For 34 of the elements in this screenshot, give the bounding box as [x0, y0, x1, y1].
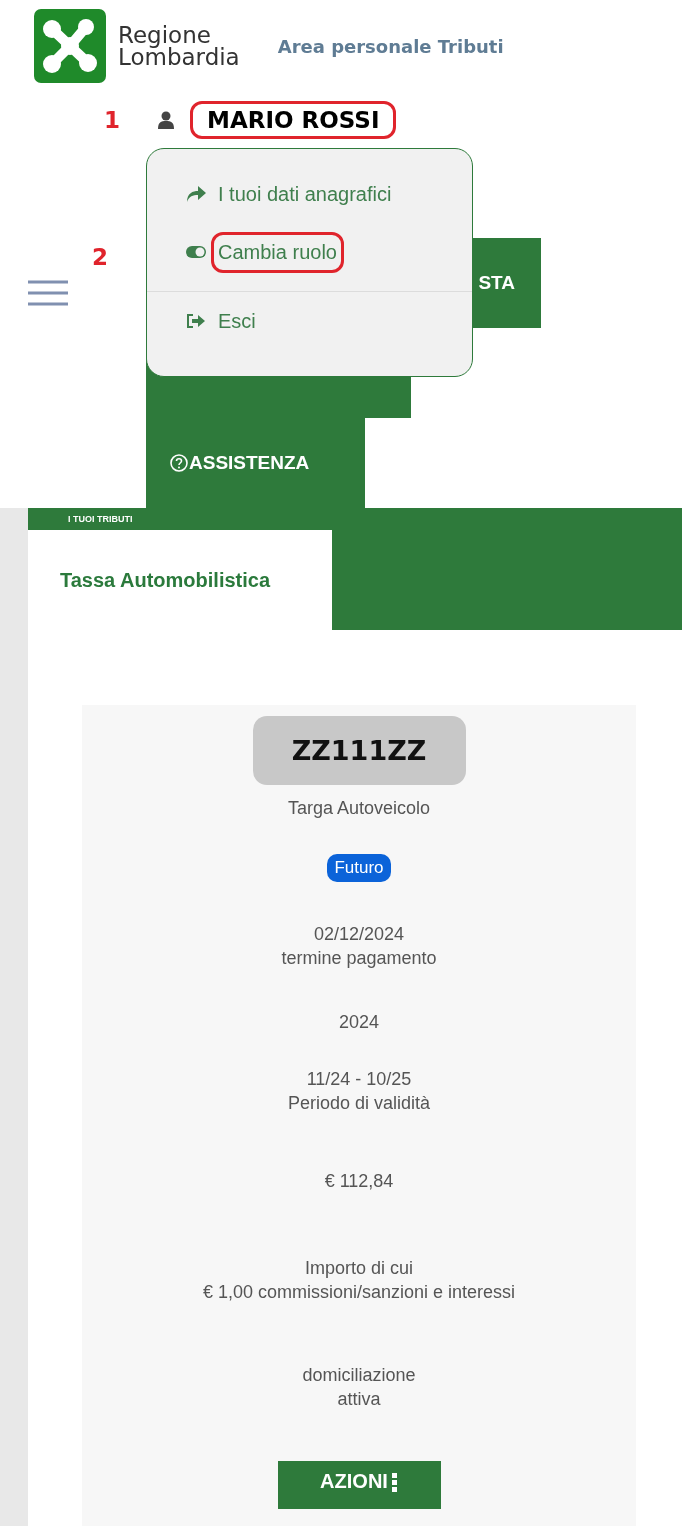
area-title: Area personale Tributi	[277, 35, 504, 57]
logo-icon	[34, 9, 106, 83]
menu-item[interactable]: Esci	[211, 300, 263, 342]
tab[interactable]: Tassa Automobilistica	[28, 530, 332, 630]
logo-text: Lombardia	[118, 46, 240, 68]
license-plate: ZZ111ZZ	[252, 716, 466, 785]
sign-out-icon	[185, 312, 207, 330]
menu-item[interactable]: Cambia ruolo	[211, 231, 344, 273]
amount-label: Importo di cui	[304, 1257, 413, 1280]
amount: € 112,84	[324, 1170, 394, 1193]
due-date: 02/12/2024	[313, 923, 405, 946]
user-name[interactable]: MARIO ROSSI	[190, 101, 397, 139]
menu-item[interactable]: I tuoi dati anagrafici	[211, 173, 399, 215]
menu-icon[interactable]	[28, 278, 68, 308]
annotation-number: 1	[104, 107, 120, 133]
nav-item[interactable]: ASSISTENZA	[146, 418, 365, 508]
direct-debit-status: domiciliazione	[302, 1364, 416, 1387]
due-label: termine pagamento	[281, 947, 437, 970]
validity-period: 11/24 - 10/25	[306, 1068, 412, 1091]
more-icon	[391, 1471, 398, 1492]
amount-detail: € 1,00 commissioni/sanzioni e interessi	[202, 1281, 516, 1304]
plate-label: Targa Autoveicolo	[287, 797, 431, 820]
section-title: I TUOI TRIBUTI	[68, 514, 133, 524]
user-icon	[158, 111, 174, 129]
toggle-icon	[185, 243, 207, 261]
annotation-number: 2	[92, 244, 109, 270]
share-arrow-icon	[185, 185, 207, 203]
help-icon	[170, 454, 188, 472]
validity-label: Periodo di validità	[287, 1092, 431, 1115]
status-badge: Futuro	[327, 854, 391, 882]
direct-debit-status: attiva	[337, 1388, 381, 1411]
actions-button[interactable]: AZIONI	[277, 1461, 441, 1509]
logo-text: Regione	[118, 24, 211, 46]
year: 2024	[338, 1011, 379, 1034]
